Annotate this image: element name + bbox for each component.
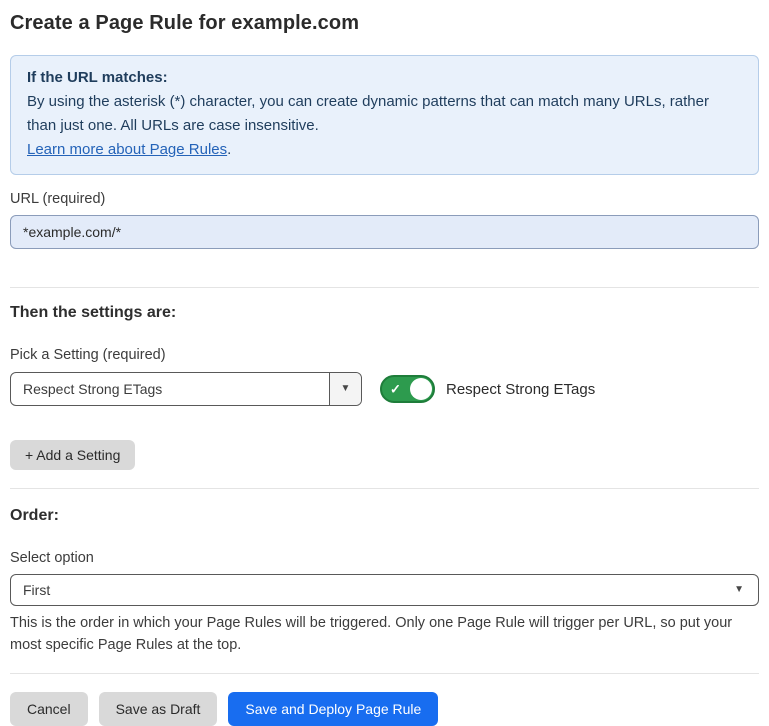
order-select[interactable]: First ▼ <box>10 574 759 606</box>
save-draft-button[interactable]: Save as Draft <box>99 692 218 726</box>
url-match-info-box: If the URL matches: By using the asteris… <box>10 55 759 175</box>
order-select-label: Select option <box>10 549 759 567</box>
page-title: Create a Page Rule for example.com <box>10 10 759 36</box>
setting-select-value: Respect Strong ETags <box>11 373 329 405</box>
info-box-link-line: Learn more about Page Rules. <box>27 138 742 162</box>
cancel-button[interactable]: Cancel <box>10 692 88 726</box>
add-setting-button[interactable]: + Add a Setting <box>10 440 135 470</box>
footer-divider <box>10 673 759 674</box>
order-help-text: This is the order in which your Page Rul… <box>10 612 759 656</box>
url-label: URL (required) <box>10 190 759 208</box>
link-suffix: . <box>227 141 231 158</box>
section-divider <box>10 488 759 489</box>
info-box-body: By using the asterisk (*) character, you… <box>27 90 742 138</box>
toggle-knob <box>410 378 432 400</box>
save-deploy-button[interactable]: Save and Deploy Page Rule <box>228 692 438 726</box>
footer-button-row: Cancel Save as Draft Save and Deploy Pag… <box>10 692 759 726</box>
etags-toggle[interactable]: ✓ <box>380 375 435 403</box>
setting-select[interactable]: Respect Strong ETags ▼ <box>10 372 362 406</box>
toggle-label: Respect Strong ETags <box>446 381 595 398</box>
order-select-arrow: ▼ <box>734 575 758 605</box>
chevron-down-icon: ▼ <box>341 384 351 394</box>
learn-more-link[interactable]: Learn more about Page Rules <box>27 141 227 158</box>
section-divider <box>10 287 759 288</box>
setting-select-arrow-button[interactable]: ▼ <box>329 373 361 405</box>
setting-row: Respect Strong ETags ▼ ✓ Respect Strong … <box>10 372 759 406</box>
setting-picker-label: Pick a Setting (required) <box>10 346 759 364</box>
url-input[interactable] <box>10 215 759 249</box>
order-select-value: First <box>11 575 734 605</box>
checkmark-icon: ✓ <box>390 383 401 396</box>
info-box-heading: If the URL matches: <box>27 66 742 90</box>
chevron-down-icon: ▼ <box>734 585 744 595</box>
order-heading: Order: <box>10 506 759 526</box>
settings-heading: Then the settings are: <box>10 303 759 323</box>
